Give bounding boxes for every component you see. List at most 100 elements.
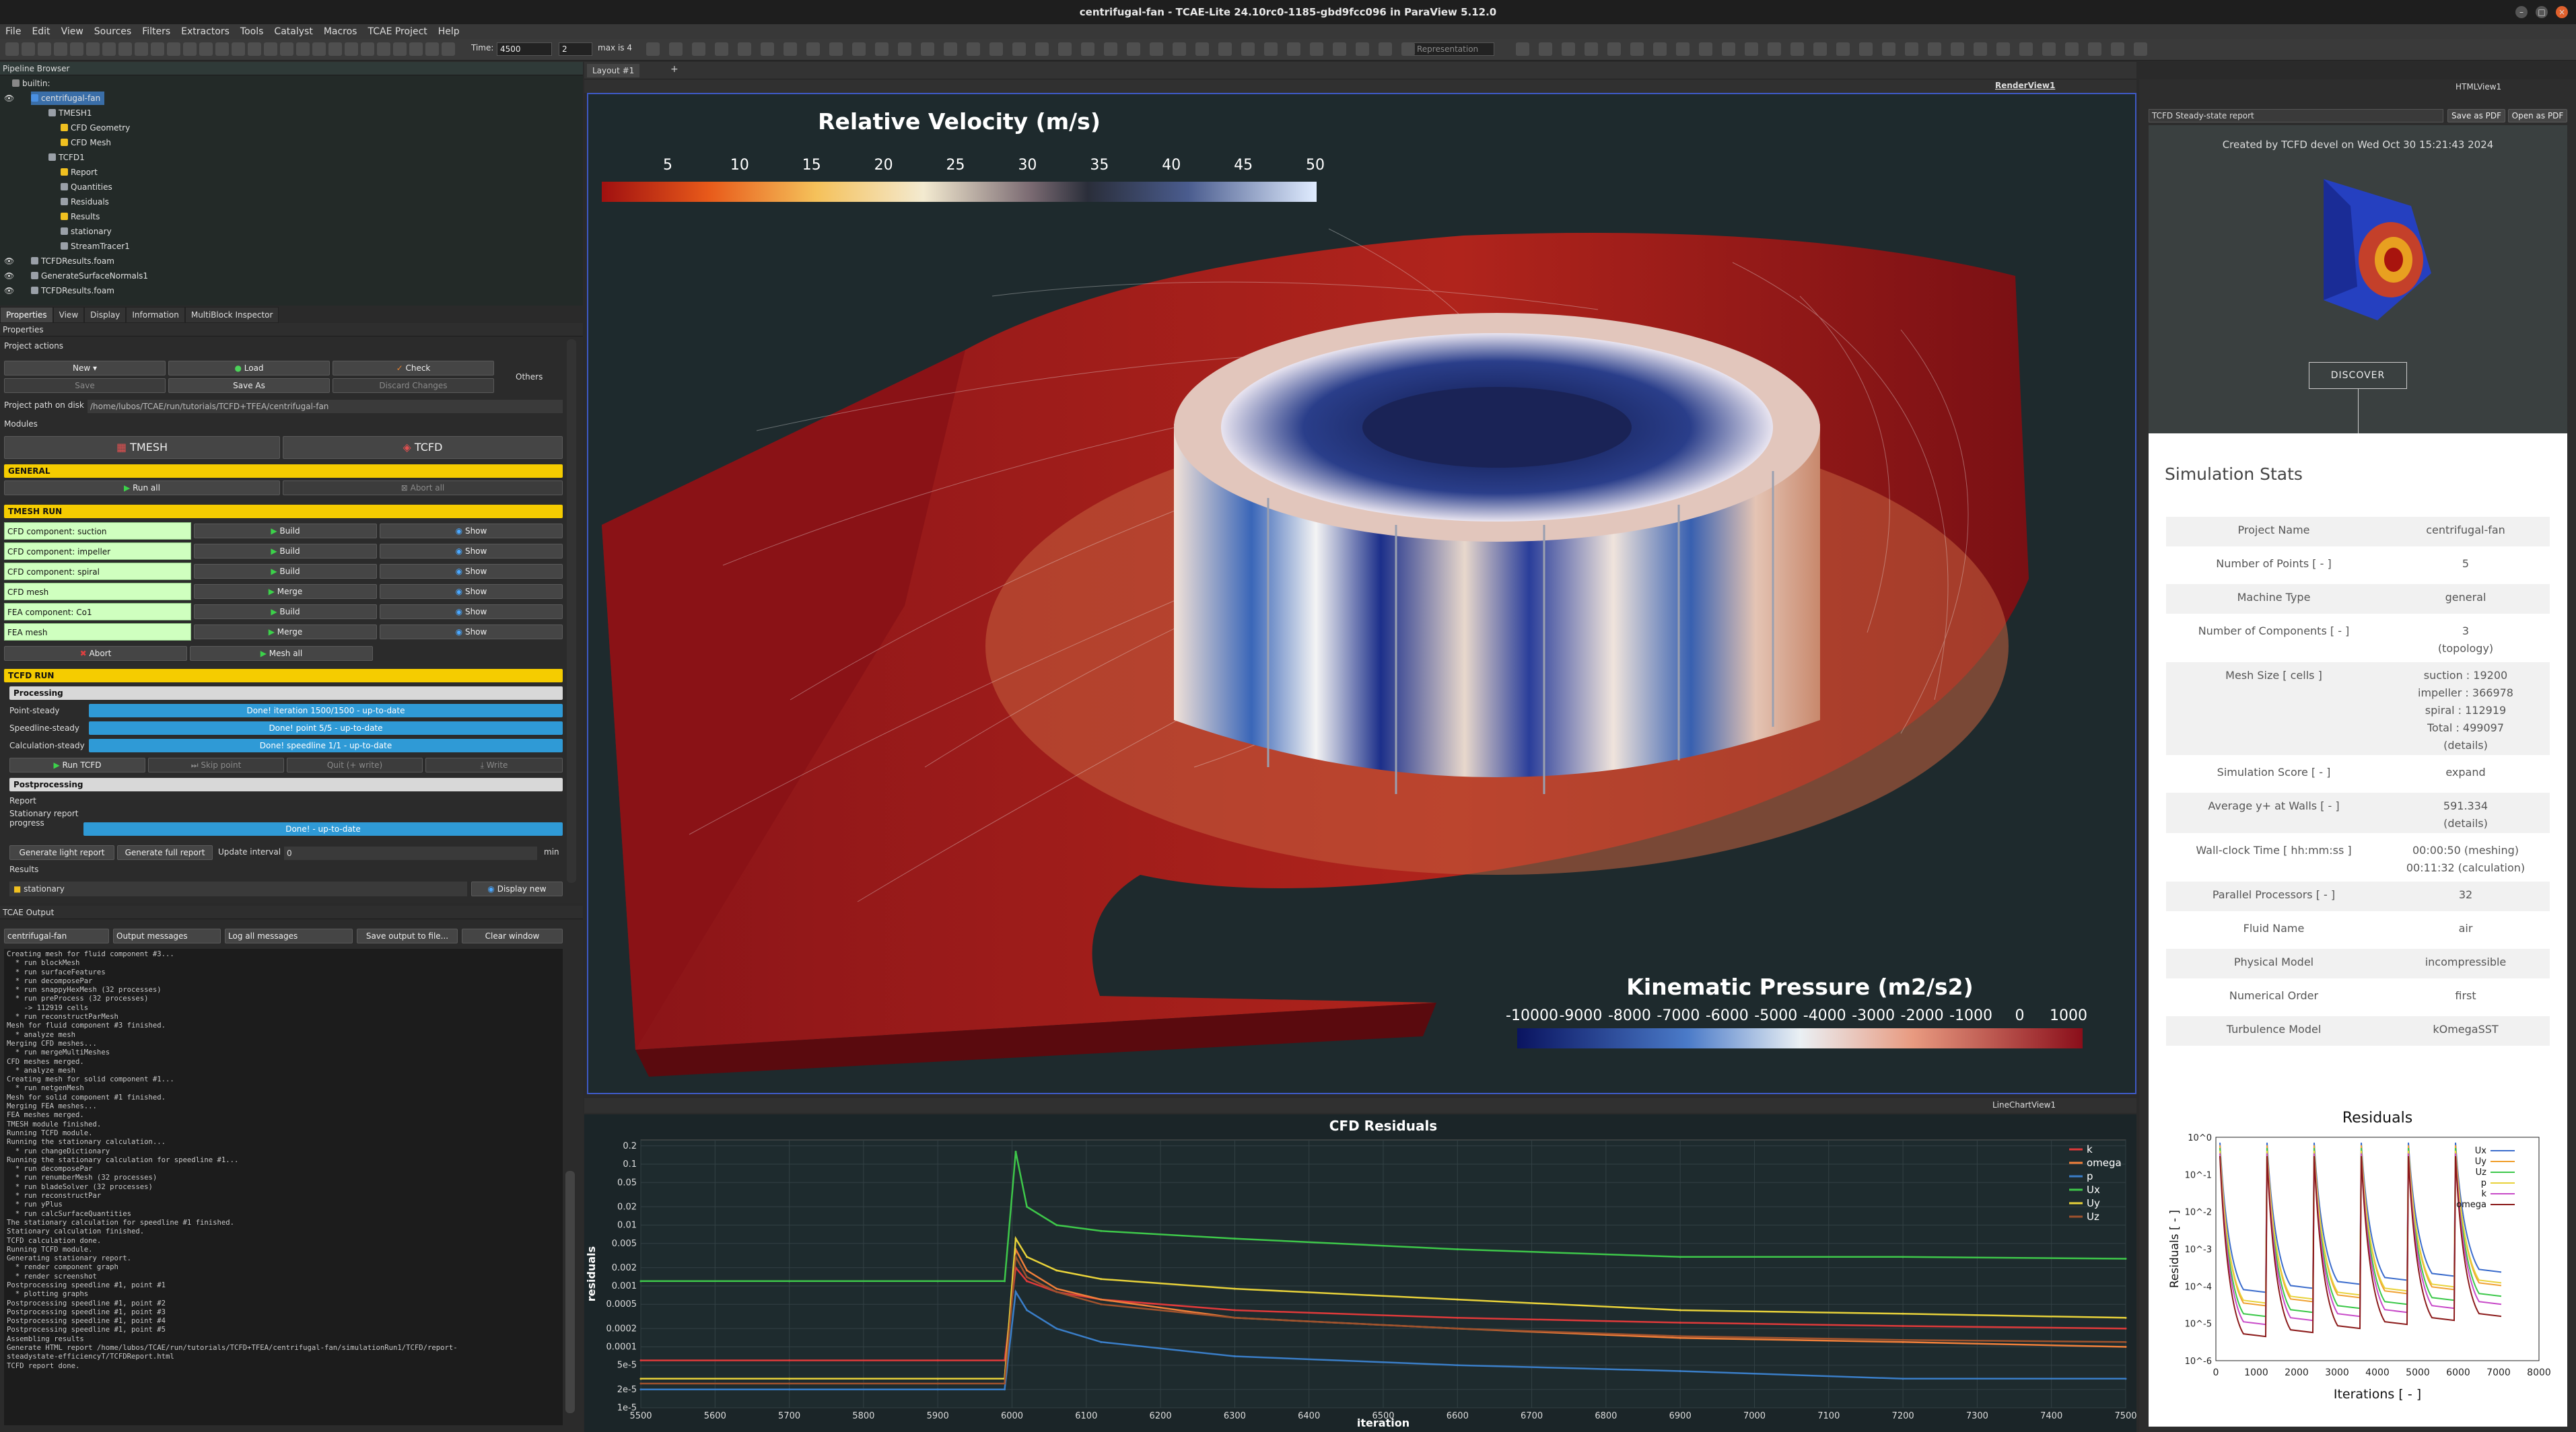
toolbar-tool-2456[interactable] xyxy=(1653,42,1667,56)
close-icon[interactable]: × xyxy=(2556,6,2568,18)
toolbar-tool-1538[interactable] xyxy=(1035,42,1049,56)
mesh-all-button[interactable]: ▶ Mesh all xyxy=(190,646,373,661)
toolbar-tool-2014[interactable] xyxy=(1356,42,1369,56)
menu-item-view[interactable]: View xyxy=(56,24,89,39)
toolbar-tool-2048[interactable] xyxy=(1379,42,1392,56)
component-action-button[interactable]: ▶ Build xyxy=(194,524,377,538)
eye-icon[interactable]: 👁 xyxy=(4,269,14,283)
toolbar-tool-2660[interactable] xyxy=(1790,42,1804,56)
menu-item-tcae-project[interactable]: TCAE Project xyxy=(362,24,432,39)
menu-item-sources[interactable]: Sources xyxy=(89,24,137,39)
eye-icon[interactable]: 👁 xyxy=(4,254,14,268)
menu-item-help[interactable]: Help xyxy=(433,24,465,39)
eye-icon[interactable]: 👁 xyxy=(4,284,14,297)
check-project-button[interactable]: ✓ Check xyxy=(333,361,494,375)
menu-item-catalyst[interactable]: Catalyst xyxy=(269,24,318,39)
toolbar-tool-2762[interactable] xyxy=(1859,42,1873,56)
load-project-button[interactable]: ● Load xyxy=(168,361,330,375)
pipeline-item[interactable]: CFD Mesh xyxy=(61,136,111,149)
toolbar-tool-1300[interactable] xyxy=(875,42,889,56)
pipeline-item[interactable]: 👁 TCFDResults.foam xyxy=(4,254,114,268)
discover-button[interactable]: DISCOVER xyxy=(2309,362,2407,389)
toolbar-tool-2796[interactable] xyxy=(1882,42,1895,56)
toolbar-button-26[interactable] xyxy=(425,42,439,56)
quit-write-button[interactable]: Quit (+ write) xyxy=(287,758,423,773)
toolbar-button-15[interactable] xyxy=(248,42,261,56)
render-view[interactable]: Relative Velocity (m/s) 5 10 15 20 25 30 35 40 4… xyxy=(587,93,2136,1094)
toolbar-button-10[interactable] xyxy=(167,42,180,56)
toolbar-tool-3102[interactable] xyxy=(2088,42,2101,56)
toolbar-tool-2932[interactable] xyxy=(1974,42,1987,56)
write-button[interactable]: ⤓ Write xyxy=(425,758,563,773)
toolbar-tool-2082[interactable] xyxy=(1401,42,1415,56)
toolbar-tool-1164[interactable] xyxy=(784,42,797,56)
toolbar-tool-1708[interactable] xyxy=(1150,42,1163,56)
toolbar-tool-1980[interactable] xyxy=(1333,42,1346,56)
pipeline-item[interactable]: Results xyxy=(61,210,100,223)
component-action-button[interactable]: ▶ Merge xyxy=(194,624,377,639)
toolbar-tool-1096[interactable] xyxy=(738,42,751,56)
stats-value[interactable]: expand xyxy=(2381,764,2550,781)
abort-button[interactable]: ✖ Abort xyxy=(4,646,187,661)
stats-value[interactable]: (details) xyxy=(2381,738,2550,754)
toolbar-button-8[interactable] xyxy=(135,42,148,56)
toolbar-button-17[interactable] xyxy=(280,42,293,56)
toolbar-tool-2728[interactable] xyxy=(1836,42,1850,56)
tab-information[interactable]: Information xyxy=(126,307,185,323)
toolbar-button-3[interactable] xyxy=(54,42,67,56)
toolbar-tool-1878[interactable] xyxy=(1264,42,1278,56)
update-interval-input[interactable]: 0 xyxy=(284,847,537,860)
toolbar-tool-1504[interactable] xyxy=(1012,42,1026,56)
skip-point-button[interactable]: ⏭ Skip point xyxy=(148,758,284,773)
toolbar-button-7[interactable] xyxy=(118,42,132,56)
toolbar-button-20[interactable] xyxy=(328,42,342,56)
representation-select[interactable]: Representation xyxy=(1414,42,1494,56)
toolbar-tool-1572[interactable] xyxy=(1058,42,1072,56)
toolbar-tool-1470[interactable] xyxy=(989,42,1003,56)
project-path-field[interactable]: /home/lubos/TCAE/run/tutorials/TCFD+TFEA… xyxy=(88,400,563,413)
component-show-button[interactable]: ◉ Show xyxy=(380,584,563,599)
toolbar-tool-960[interactable] xyxy=(646,42,660,56)
run-all-button[interactable]: ▶ Run all xyxy=(4,480,280,495)
maximize-icon[interactable]: □ xyxy=(2536,6,2548,18)
general-section[interactable]: GENERAL xyxy=(4,464,563,478)
pipeline-item[interactable]: Report xyxy=(61,166,98,179)
time-input[interactable]: 4500 xyxy=(497,42,552,56)
toolbar-tool-1436[interactable] xyxy=(967,42,980,56)
toolbar-button-25[interactable] xyxy=(409,42,423,56)
toolbar-tool-3136[interactable] xyxy=(2111,42,2124,56)
run-tcfd-button[interactable]: ▶ Run TCFD xyxy=(9,758,145,773)
pipeline-item[interactable]: Quantities xyxy=(61,180,112,194)
pipeline-item[interactable]: StreamTracer1 xyxy=(61,240,130,253)
toolbar-tool-2626[interactable] xyxy=(1768,42,1781,56)
generate-light-report-button[interactable]: Generate light report xyxy=(9,845,114,860)
tmesh-module-button[interactable]: ▦ TMESH xyxy=(4,436,280,459)
eye-icon[interactable]: 👁 xyxy=(4,92,14,105)
toolbar-button-16[interactable] xyxy=(264,42,277,56)
pipeline-item[interactable]: 👁 TCFDResults.foam xyxy=(4,284,114,297)
component-action-button[interactable]: ▶ Merge xyxy=(194,584,377,599)
toolbar-tool-2524[interactable] xyxy=(1699,42,1712,56)
pipeline-item[interactable]: TCFD1 xyxy=(48,151,85,164)
toolbar-tool-2490[interactable] xyxy=(1676,42,1690,56)
tcfd-run-section[interactable]: TCFD RUN xyxy=(4,669,563,682)
toolbar-tool-2898[interactable] xyxy=(1951,42,1964,56)
toolbar-tool-1776[interactable] xyxy=(1195,42,1209,56)
toolbar-tool-2252[interactable] xyxy=(1516,42,1529,56)
tab-view[interactable]: View xyxy=(53,307,85,323)
toolbar-button-18[interactable] xyxy=(296,42,310,56)
output-project-select[interactable]: centrifugal-fan xyxy=(4,929,109,943)
pipeline-item[interactable]: TMESH1 xyxy=(48,106,92,120)
pipeline-item[interactable]: CFD Geometry xyxy=(61,121,130,135)
stats-value[interactable]: (topology) xyxy=(2381,641,2550,657)
toolbar-tool-1810[interactable] xyxy=(1218,42,1232,56)
toolbar-tool-2354[interactable] xyxy=(1585,42,1598,56)
save-output-button[interactable]: Save output to file... xyxy=(357,929,458,943)
menu-item-macros[interactable]: Macros xyxy=(318,24,363,39)
open-pdf-button[interactable]: Open as PDF xyxy=(2508,109,2567,122)
component-show-button[interactable]: ◉ Show xyxy=(380,624,563,639)
toolbar-tool-2286[interactable] xyxy=(1539,42,1552,56)
toolbar-button-6[interactable] xyxy=(102,42,116,56)
toolbar-button-23[interactable] xyxy=(377,42,390,56)
toolbar-button-21[interactable] xyxy=(345,42,358,56)
